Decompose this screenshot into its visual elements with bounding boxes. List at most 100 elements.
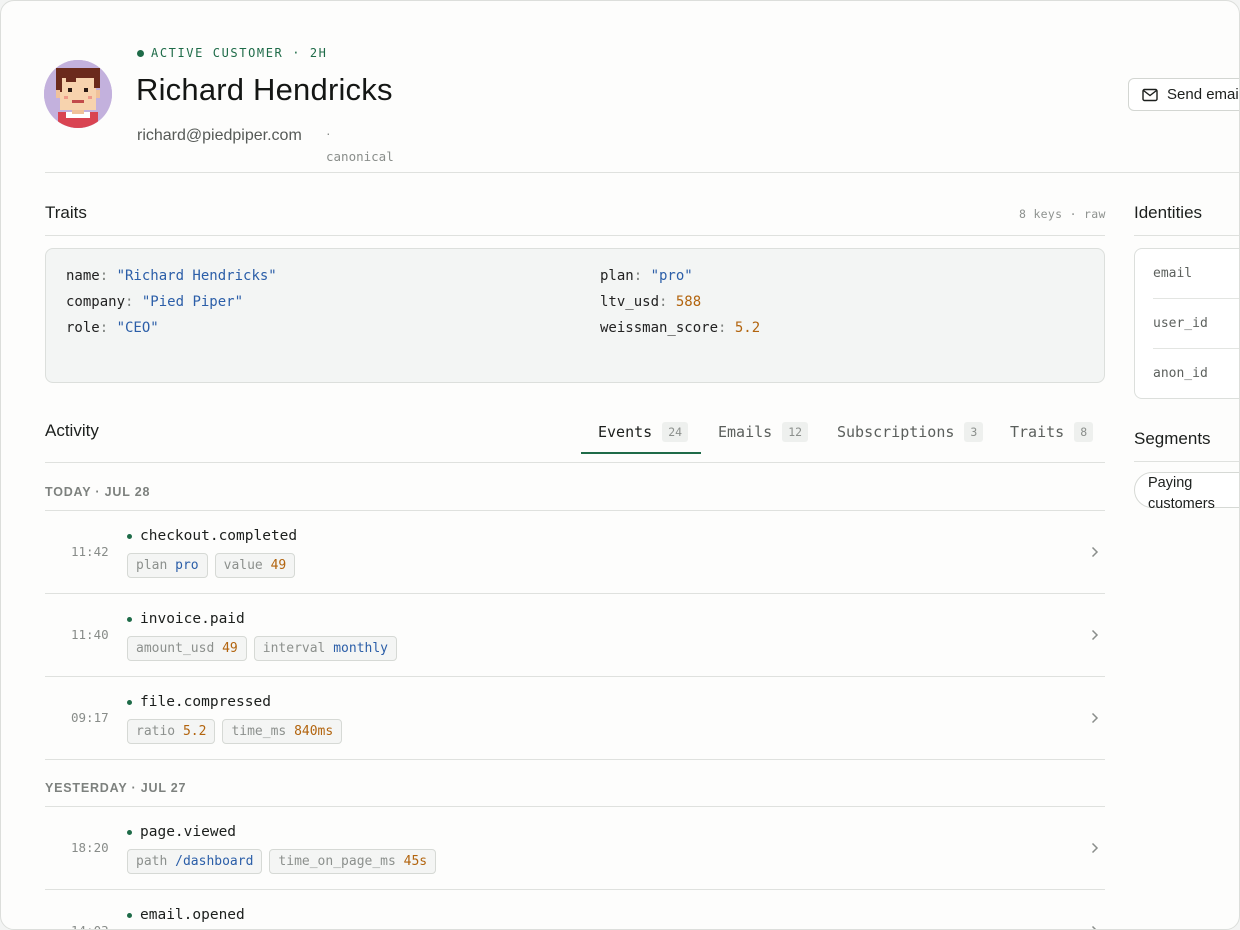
property-value: 49	[222, 641, 238, 656]
trait-value: 588	[675, 294, 702, 310]
traits-json: name: "Richard Hendricks" company: "Pied …	[45, 248, 1105, 383]
event-name-text: page.viewed	[140, 824, 237, 840]
profile-panel: ACTIVE CUSTOMER · 2H Richard Hendricks r…	[0, 0, 1240, 930]
trait-value: "Richard Hendricks"	[116, 268, 277, 284]
trait-key: ltv_usd	[600, 294, 660, 310]
event-dot-icon	[127, 699, 132, 705]
chevron-right-icon	[1091, 711, 1099, 729]
traits-divider	[45, 235, 1105, 236]
tab-count-badge: 12	[782, 422, 809, 442]
trait-row: name: "Richard Hendricks"	[66, 268, 277, 284]
event-divider	[45, 759, 1105, 760]
traits-title: Traits	[45, 203, 87, 222]
avatar	[44, 60, 112, 128]
property-tag: amount_usd 49	[127, 636, 247, 661]
event-row[interactable]: 18:20 page.viewed path /dashboard time_on_p…	[45, 807, 1105, 890]
trait-colon: :	[718, 320, 735, 336]
event-row[interactable]: 11:40 invoice.paid amount_usd 49 interval m…	[45, 594, 1105, 677]
customer-status: ACTIVE CUSTOMER · 2H	[137, 46, 328, 60]
tab-label: Events	[598, 423, 653, 441]
chevron-right-icon	[1091, 841, 1099, 859]
event-name: invoice.paid	[127, 611, 245, 627]
status-text: ACTIVE CUSTOMER · 2H	[151, 46, 328, 60]
property-value: 45s	[403, 854, 428, 869]
tab-label: Emails	[718, 423, 773, 441]
trait-colon: :	[125, 294, 142, 310]
tab-count-badge: 8	[1074, 422, 1094, 442]
property-key: ratio	[136, 724, 176, 739]
event-time: 09:17	[71, 710, 109, 725]
event-properties: ratio 5.2 time_ms 840ms	[127, 719, 343, 744]
tab-label: Traits	[1010, 423, 1065, 441]
identities-divider	[1134, 235, 1239, 236]
identity-anon-id[interactable]: anon_id	[1153, 366, 1208, 381]
tab-count-badge: 3	[964, 422, 984, 442]
email-canonical-tag: canonical	[326, 149, 394, 164]
property-value: 5.2	[182, 724, 207, 739]
event-name: page.viewed	[127, 824, 236, 840]
event-time: 14:03	[71, 923, 109, 929]
property-key: interval	[262, 641, 326, 656]
event-row[interactable]: 14:03 email.opened	[45, 890, 1105, 929]
tab-traits[interactable]: Traits 8	[1010, 422, 1094, 442]
status-dot-icon	[137, 49, 144, 57]
event-time: 18:20	[71, 840, 109, 855]
event-row[interactable]: 09:17 file.compressed ratio 5.2 time_ms 840…	[45, 677, 1105, 760]
trait-colon: :	[99, 268, 117, 284]
property-tag: ratio 5.2	[127, 719, 216, 744]
tab-label: Subscriptions	[837, 423, 955, 441]
event-dot-icon	[127, 533, 132, 539]
email-separator: ·	[326, 125, 331, 141]
chevron-right-icon	[1091, 924, 1099, 929]
property-tag: value 49	[214, 553, 296, 578]
trait-key: name	[66, 268, 100, 284]
event-name: file.compressed	[127, 694, 271, 710]
property-value: 49	[270, 558, 287, 573]
trait-row: plan: "pro"	[600, 268, 693, 284]
property-tag: path /dashboard	[127, 849, 263, 874]
property-value: /dashboard	[175, 854, 254, 869]
send-email-button[interactable]: Send email	[1128, 78, 1239, 111]
trait-key: weissman_score	[600, 320, 719, 336]
tab-subscriptions[interactable]: Subscriptions 3	[837, 422, 984, 442]
event-properties: plan pro value 49	[127, 553, 296, 578]
trait-key: role	[66, 320, 100, 336]
trait-value: "pro"	[650, 268, 693, 284]
activity-title: Activity	[45, 421, 99, 440]
tab-emails[interactable]: Emails 12	[718, 422, 809, 442]
chevron-right-icon	[1091, 545, 1099, 563]
property-key: value	[223, 558, 263, 573]
event-name-text: file.compressed	[140, 694, 271, 710]
segments-title: Segments	[1134, 429, 1211, 448]
page-title: Richard Hendricks	[136, 72, 393, 107]
property-tag: time_ms 840ms	[222, 719, 343, 744]
trait-key: plan	[600, 268, 634, 284]
chevron-right-icon	[1091, 628, 1099, 646]
property-tag: plan pro	[127, 553, 208, 578]
property-key: amount_usd	[136, 641, 215, 656]
identities-list: email user_id anon_id	[1134, 248, 1239, 399]
identity-email[interactable]: email	[1153, 266, 1192, 281]
day-header: TODAY · JUL 28	[45, 485, 151, 499]
property-value: 840ms	[294, 724, 334, 739]
event-row[interactable]: 11:42 checkout.completed plan pro value 49	[45, 511, 1105, 594]
property-key: time_ms	[231, 724, 287, 739]
property-key: path	[136, 854, 168, 869]
header-divider	[45, 172, 1239, 173]
trait-value: "CEO"	[116, 320, 159, 336]
trait-row: ltv_usd: 588	[600, 294, 701, 310]
segment-paying-customers[interactable]: Paying customers	[1134, 472, 1239, 512]
trait-colon: :	[659, 294, 676, 310]
tab-events[interactable]: Events 24	[598, 422, 689, 442]
property-value: pro	[175, 558, 199, 573]
event-time: 11:42	[71, 544, 109, 559]
identity-user-id[interactable]: user_id	[1153, 316, 1208, 331]
trait-row: role: "CEO"	[66, 320, 159, 336]
event-name-text: invoice.paid	[140, 611, 245, 627]
event-dot-icon	[127, 616, 132, 622]
tabs-divider	[45, 462, 1105, 463]
day-header: YESTERDAY · JUL 27	[45, 781, 187, 795]
event-name-text: checkout.completed	[140, 528, 298, 544]
event-properties: path /dashboard time_on_page_ms 45s	[127, 849, 437, 874]
event-dot-icon	[127, 829, 132, 835]
